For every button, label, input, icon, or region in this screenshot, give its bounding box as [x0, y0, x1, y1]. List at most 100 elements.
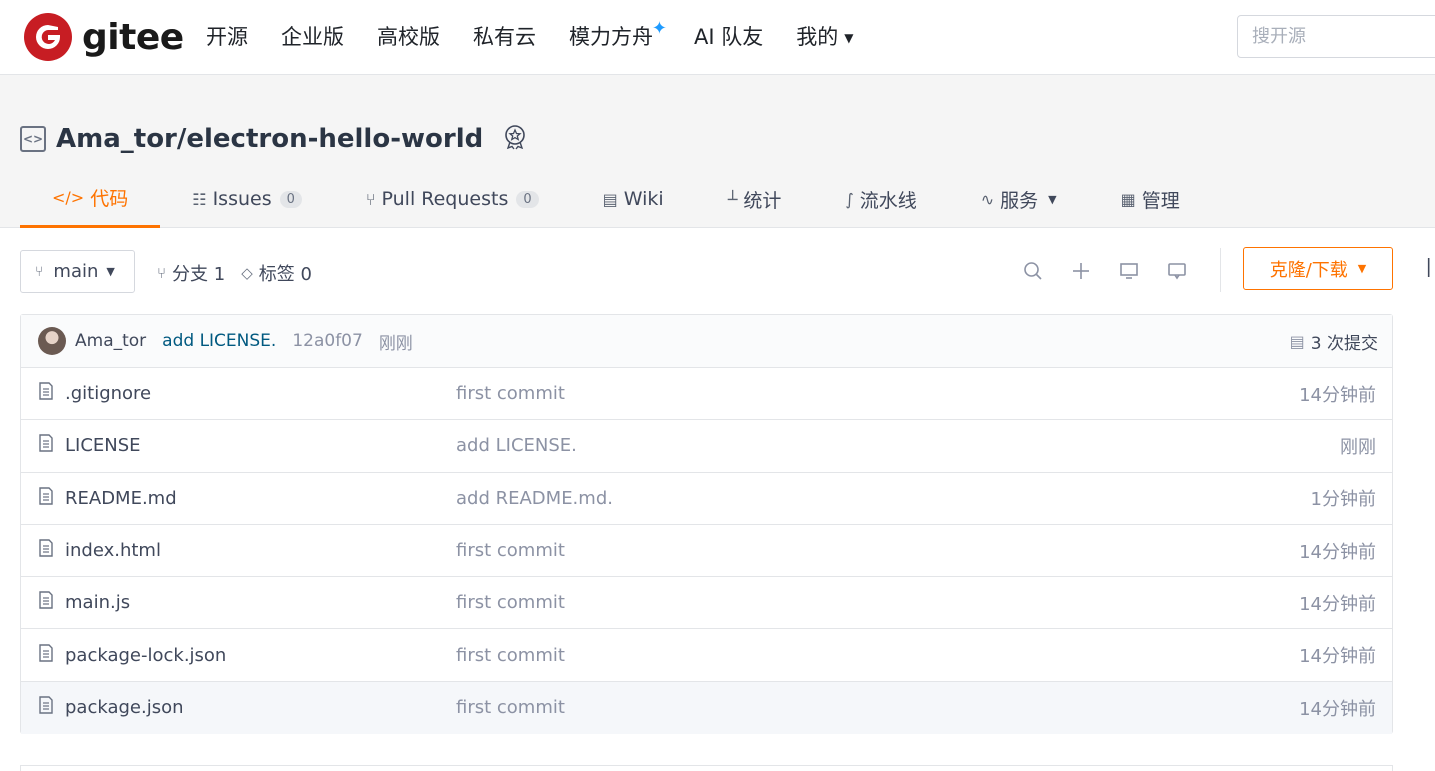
manage-icon: ▦ [1120, 189, 1136, 209]
repo-header: <> Ama_tor/electron-hello-world </> 代码 ☷… [0, 75, 1435, 228]
tags-link[interactable]: ◇ 标签 0 [241, 260, 312, 286]
tab-stats[interactable]: ┴ 统计 [696, 170, 814, 228]
issues-count-badge: 0 [279, 190, 302, 208]
table-row[interactable]: package.json first commit 14分钟前 [21, 681, 1392, 735]
file-commit-message[interactable]: first commit [456, 645, 565, 666]
file-name[interactable]: package-lock.json [65, 645, 226, 666]
web-ide-icon[interactable] [1116, 258, 1142, 284]
commit-hash[interactable]: 12a0f07 [292, 331, 362, 351]
file-commit-time: 14分钟前 [1299, 384, 1376, 406]
nav-item-mine-label: 我的 [796, 25, 839, 49]
repo-name[interactable]: Ama_tor/electron-hello-world [56, 124, 483, 154]
tab-wiki[interactable]: ▤ Wiki [571, 170, 696, 228]
file-commit-message[interactable]: first commit [456, 592, 565, 613]
code-icon: </> [52, 188, 85, 207]
file-name[interactable]: index.html [65, 540, 161, 561]
commit-time: 刚刚 [378, 333, 413, 354]
recommend-badge-icon[interactable] [501, 123, 529, 155]
tab-manage[interactable]: ▦ 管理 [1089, 170, 1212, 228]
clone-download-button[interactable]: 克隆/下载 ▼ [1243, 247, 1393, 290]
gitee-logo[interactable]: gitee [24, 13, 184, 61]
tag-icon: ◇ [241, 264, 253, 282]
tab-code-label: 代码 [90, 188, 129, 210]
comment-icon[interactable] [1164, 258, 1190, 284]
sidebar-fragment: ▏ [1428, 258, 1435, 277]
table-row[interactable]: main.js first commit 14分钟前 [21, 577, 1392, 630]
tab-pipeline-label: 流水线 [859, 189, 917, 212]
add-file-icon[interactable] [1068, 258, 1094, 284]
file-commit-message[interactable]: first commit [456, 697, 565, 718]
brand-name: gitee [82, 16, 184, 58]
nav-item-enterprise[interactable]: 企业版 [281, 20, 344, 54]
file-commit-time: 14分钟前 [1299, 698, 1376, 720]
table-row[interactable]: LICENSE add LICENSE. 刚刚 [21, 420, 1392, 473]
top-navbar: gitee 开源 企业版 高校版 私有云 模力方舟 ✦ AI 队友 我的 ▼ 搜开… [0, 0, 1435, 75]
tab-issues[interactable]: ☷ Issues 0 [160, 170, 334, 228]
file-list: Ama_tor add LICENSE. 12a0f07 刚刚 ▤ 3 次提交 … [20, 314, 1393, 735]
branch-icon: ⑂ [157, 264, 167, 282]
caret-down-icon: ▼ [1357, 262, 1367, 275]
pull-requests-count-badge: 0 [516, 190, 539, 208]
nav-item-opensource[interactable]: 开源 [206, 20, 248, 54]
file-name[interactable]: package.json [65, 697, 184, 718]
nav-item-private-cloud[interactable]: 私有云 [473, 20, 536, 54]
latest-commit-bar: Ama_tor add LICENSE. 12a0f07 刚刚 ▤ 3 次提交 [21, 315, 1392, 368]
repo-tabs: </> 代码 ☷ Issues 0 ⑂ Pull Requests 0 ▤ Wi… [20, 170, 1212, 228]
search-icon[interactable] [1020, 258, 1046, 284]
nav-item-moli[interactable]: 模力方舟 ✦ [569, 18, 667, 54]
file-name[interactable]: .gitignore [65, 383, 151, 404]
file-icon [38, 487, 54, 510]
nav-item-mine[interactable]: 我的 ▼ [796, 20, 853, 54]
table-row[interactable]: package-lock.json first commit 14分钟前 [21, 629, 1392, 682]
commit-count-link[interactable]: ▤ 3 次提交 [1290, 315, 1378, 368]
file-commit-message[interactable]: add LICENSE. [456, 435, 577, 456]
file-commit-time: 14分钟前 [1299, 646, 1376, 668]
tab-pipeline[interactable]: ∫ 流水线 [813, 170, 948, 228]
commits-icon: ▤ [1289, 332, 1305, 351]
file-commit-message[interactable]: add README.md. [456, 488, 613, 509]
table-row[interactable]: index.html first commit 14分钟前 [21, 525, 1392, 578]
tab-service-label: 服务 [1000, 189, 1039, 212]
tab-service[interactable]: ∿ 服务 ▼ [949, 170, 1089, 228]
caret-down-icon: ▼ [844, 31, 854, 45]
file-icon [38, 696, 54, 719]
search-input[interactable]: 搜开源 [1237, 15, 1435, 58]
file-commit-time: 1分钟前 [1310, 489, 1376, 511]
pipeline-icon: ∫ [845, 189, 854, 209]
file-icon [38, 382, 54, 405]
file-icon [38, 434, 54, 457]
nav-item-moli-label: 模力方舟 [569, 25, 653, 49]
tab-wiki-label: Wiki [623, 188, 664, 210]
caret-down-icon: ▼ [106, 265, 115, 278]
file-name[interactable]: README.md [65, 488, 177, 509]
file-commit-time: 14分钟前 [1299, 541, 1376, 563]
nav-item-ai-teammate[interactable]: AI 队友 [694, 20, 763, 54]
wiki-icon: ▤ [602, 189, 618, 209]
tab-issues-label: Issues [212, 188, 272, 210]
table-row[interactable]: .gitignore first commit 14分钟前 [21, 368, 1392, 421]
pull-request-icon: ⑂ [365, 189, 376, 209]
file-commit-message[interactable]: first commit [456, 540, 565, 561]
file-name[interactable]: LICENSE [65, 435, 141, 456]
file-icon [38, 591, 54, 614]
tab-pull-requests[interactable]: ⑂ Pull Requests 0 [334, 170, 571, 228]
repo-meta-links: ⑂ 分支 1 ◇ 标签 0 [157, 260, 328, 286]
stats-icon: ┴ [727, 189, 738, 209]
caret-down-icon: ▼ [1048, 192, 1057, 206]
table-row[interactable]: README.md add README.md. 1分钟前 [21, 473, 1392, 525]
readme-panel-edge [20, 765, 1393, 771]
branch-select[interactable]: ⑂ main ▼ [20, 250, 135, 293]
branch-name: main [53, 261, 99, 282]
tab-code[interactable]: </> 代码 [20, 170, 161, 228]
avatar[interactable] [38, 327, 66, 355]
branches-link[interactable]: ⑂ 分支 1 [157, 260, 225, 286]
repo-code-icon: <> [20, 126, 46, 152]
commit-message[interactable]: add LICENSE. [162, 331, 276, 351]
file-tool-icons [1020, 258, 1212, 284]
file-name[interactable]: main.js [65, 592, 130, 613]
nav-item-education[interactable]: 高校版 [377, 20, 440, 54]
commit-author[interactable]: Ama_tor [75, 331, 146, 351]
gitee-logo-icon [24, 13, 72, 61]
file-commit-message[interactable]: first commit [456, 383, 565, 404]
commit-count-label: 3 次提交 [1310, 334, 1378, 354]
